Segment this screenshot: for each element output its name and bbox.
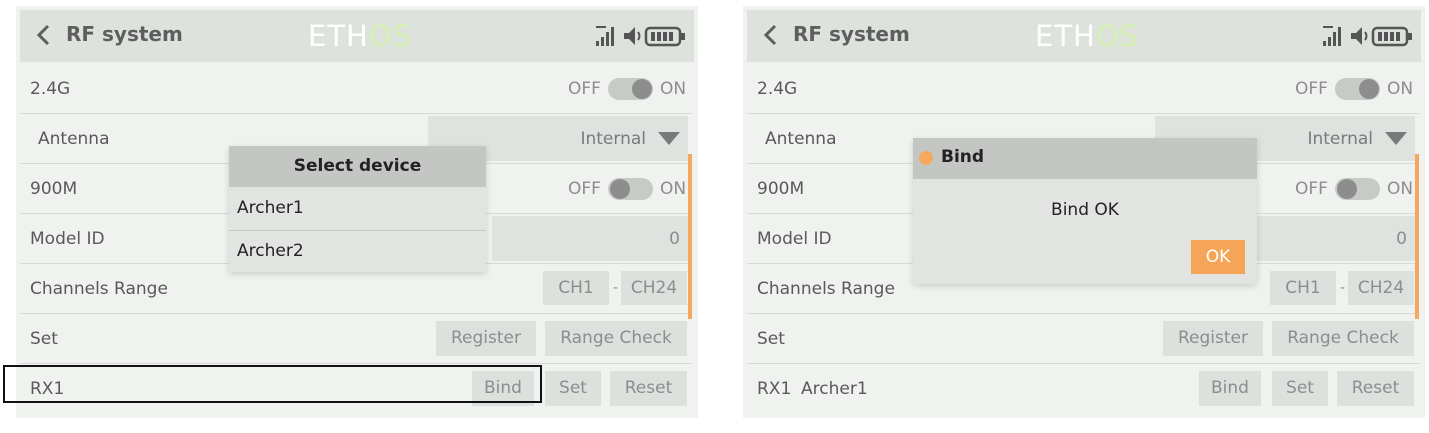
bind-dialog: Bind Bind OK OK [913, 138, 1257, 284]
device-option-label: Archer1 [237, 198, 304, 218]
reset-button[interactable]: Reset [1337, 371, 1414, 406]
dialog-message: Bind OK [1051, 200, 1119, 220]
page-title: RF system [66, 22, 183, 46]
row-label: Set [757, 329, 785, 349]
off-label: OFF [568, 79, 601, 99]
dialog-header: Bind [913, 138, 1257, 179]
status-icons [1323, 26, 1412, 47]
row-label: Model ID [757, 229, 832, 249]
back-chevron-icon[interactable] [761, 23, 781, 47]
model-id-field[interactable]: 0 [492, 216, 688, 261]
row-label: 900M [757, 179, 805, 199]
row-label: Antenna [38, 129, 110, 149]
rx1-highlight-box [3, 365, 542, 403]
range-separator: - [1340, 280, 1346, 296]
status-icons [596, 26, 685, 47]
row-label: Channels Range [30, 279, 168, 299]
toggle-2-4g[interactable] [608, 78, 653, 100]
channel-end-button[interactable]: CH24 [621, 271, 687, 305]
rf-system-screen-bind-ok: RF system ETHOS 2.4G OFF ON Antenna Inte… [743, 6, 1425, 418]
rf-signal-icon [1323, 26, 1341, 46]
toggle-900m[interactable] [608, 178, 653, 200]
model-id-value: 0 [1396, 229, 1407, 249]
off-label: OFF [1295, 179, 1328, 199]
back-chevron-icon[interactable] [34, 23, 54, 47]
ethos-logo: ETHOS [1035, 19, 1140, 53]
device-option-archer2[interactable]: Archer2 [229, 231, 486, 273]
dropdown-arrow-icon [1385, 132, 1407, 145]
speaker-icon [624, 27, 641, 45]
off-label: OFF [568, 179, 601, 199]
scrollbar[interactable] [1415, 154, 1419, 319]
rf-system-screen-select-device: RF system ETHOS 2.4G OFF ON Antenna Inte… [16, 6, 698, 418]
channel-start-button[interactable]: CH1 [1270, 271, 1336, 305]
row-label: 900M [30, 179, 78, 199]
select-device-popup: Select device Archer1 Archer2 [229, 146, 486, 272]
row-label: Set [30, 329, 58, 349]
on-label: ON [660, 79, 687, 99]
channel-start-button[interactable]: CH1 [543, 271, 609, 305]
antenna-value: Internal [580, 129, 646, 149]
row-2-4g: 2.4G OFF ON [20, 64, 692, 114]
range-check-button[interactable]: Range Check [1272, 321, 1414, 356]
row-label: Model ID [30, 229, 105, 249]
dialog-title: Bind [941, 147, 985, 167]
register-button[interactable]: Register [436, 321, 536, 356]
bind-button[interactable]: Bind [1199, 371, 1261, 406]
set-button[interactable]: Set [545, 371, 601, 406]
row-set: Set Register Range Check [747, 314, 1419, 364]
row-2-4g: 2.4G OFF ON [747, 64, 1419, 114]
device-option-label: Archer2 [237, 241, 304, 261]
on-label: ON [1387, 179, 1414, 199]
range-separator: - [613, 280, 619, 296]
speaker-icon [1351, 27, 1368, 45]
on-label: ON [1387, 79, 1414, 99]
row-set: Set Register Range Check [20, 314, 692, 364]
battery-icon [644, 26, 685, 47]
popup-header: Select device [229, 146, 486, 187]
range-check-button[interactable]: Range Check [545, 321, 687, 356]
off-label: OFF [1295, 79, 1328, 99]
popup-title: Select device [293, 156, 422, 176]
antenna-value: Internal [1307, 129, 1373, 149]
toggle-2-4g[interactable] [1335, 78, 1380, 100]
device-option-archer1[interactable]: Archer1 [229, 188, 486, 230]
row-rx1: RX1 Archer1 Bind Set Reset [747, 364, 1419, 413]
rx1-receiver-name: Archer1 [801, 379, 868, 399]
set-button[interactable]: Set [1272, 371, 1328, 406]
on-label: ON [660, 179, 687, 199]
reset-button[interactable]: Reset [610, 371, 687, 406]
header-bar: RF system ETHOS [747, 10, 1421, 62]
scrollbar[interactable] [688, 154, 692, 319]
dropdown-arrow-icon [658, 132, 680, 145]
page-title: RF system [793, 22, 910, 46]
row-label: 2.4G [757, 79, 798, 99]
channel-end-button[interactable]: CH24 [1348, 271, 1414, 305]
ok-button[interactable]: OK [1191, 240, 1245, 274]
rf-signal-icon [596, 26, 614, 46]
register-button[interactable]: Register [1163, 321, 1263, 356]
row-label: Antenna [765, 129, 837, 149]
toggle-900m[interactable] [1335, 178, 1380, 200]
status-dot-icon [919, 151, 933, 165]
row-label: 2.4G [30, 79, 71, 99]
model-id-value: 0 [669, 229, 680, 249]
row-label: RX1 [757, 379, 792, 399]
header-bar: RF system ETHOS [20, 10, 694, 62]
battery-icon [1371, 26, 1412, 47]
row-label: Channels Range [757, 279, 895, 299]
ethos-logo: ETHOS [308, 19, 413, 53]
